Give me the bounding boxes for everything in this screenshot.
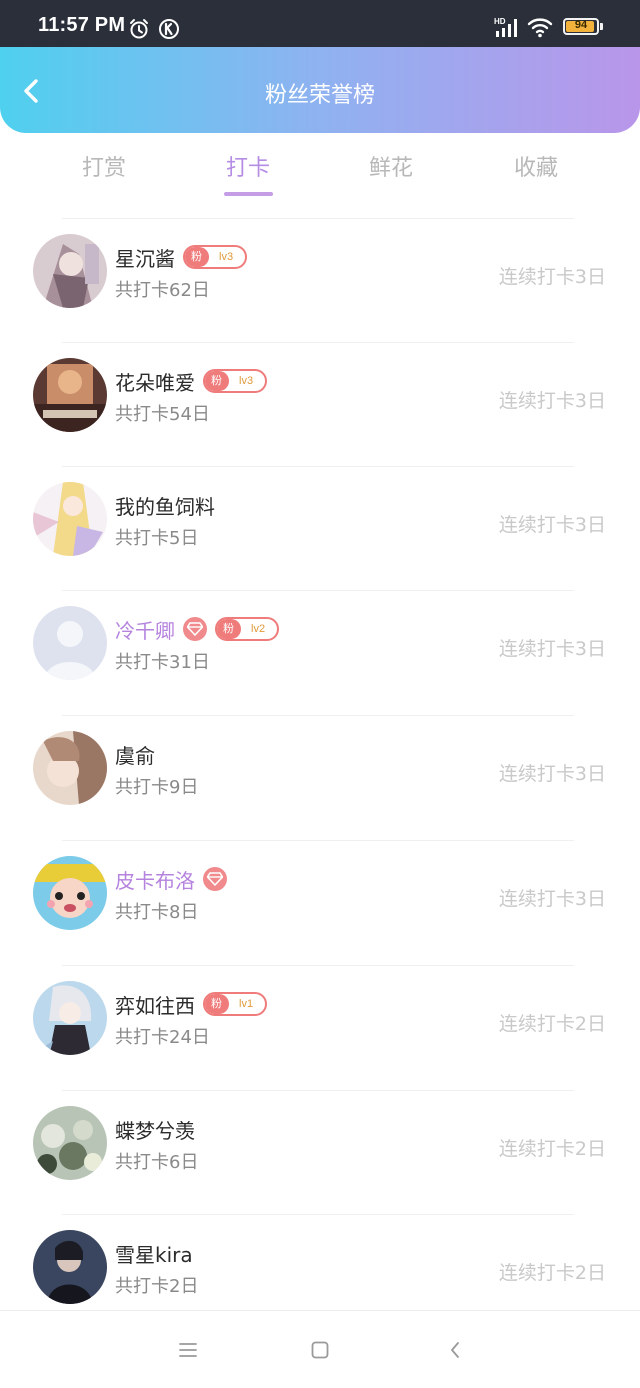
wifi-icon bbox=[527, 16, 553, 38]
fan-level: lv2 bbox=[251, 623, 266, 635]
total-checkins: 共打卡62日 bbox=[115, 280, 210, 301]
fan-level: lv1 bbox=[239, 998, 254, 1010]
tab-favorites[interactable]: 收藏 bbox=[476, 150, 596, 182]
fan-level: lv3 bbox=[239, 375, 254, 387]
streak-checkins: 连续打卡3日 bbox=[498, 390, 606, 412]
user-name: 花朵唯爱 bbox=[115, 370, 195, 395]
name-line: 星沉酱 粉 lv3 bbox=[115, 242, 248, 272]
total-checkins: 共打卡31日 bbox=[115, 652, 210, 673]
total-checkins: 共打卡24日 bbox=[115, 1027, 210, 1048]
avatar bbox=[33, 358, 107, 432]
user-name: 弈如往西 bbox=[115, 993, 195, 1018]
streak-checkins: 连续打卡3日 bbox=[498, 888, 606, 910]
list-item[interactable]: 皮卡布洛 共打卡8日 连续打卡3日 bbox=[0, 840, 640, 964]
total-checkins: 共打卡6日 bbox=[115, 1152, 199, 1173]
fan-level-badge: 粉 lv1 bbox=[203, 992, 268, 1016]
back-triangle-icon bbox=[451, 1342, 459, 1358]
avatar bbox=[33, 1106, 107, 1180]
streak-checkins: 连续打卡3日 bbox=[498, 763, 606, 785]
fan-level-badge: 粉 lv3 bbox=[203, 369, 268, 393]
list-item[interactable]: 虞俞 共打卡9日 连续打卡3日 bbox=[0, 715, 640, 839]
back-nav-button[interactable] bbox=[440, 1335, 470, 1365]
battery-icon: 94 bbox=[563, 18, 599, 35]
name-line: 雪星kira bbox=[115, 1238, 193, 1268]
system-nav-bar bbox=[0, 1310, 640, 1388]
diamond-vip-icon bbox=[203, 867, 227, 891]
total-checkins: 共打卡54日 bbox=[115, 404, 210, 425]
battery-level: 94 bbox=[574, 19, 588, 31]
status-time: 11:57 PM bbox=[38, 14, 126, 36]
list-item[interactable]: 我的鱼饲料 共打卡5日 连续打卡3日 bbox=[0, 466, 640, 590]
fan-label: 粉 bbox=[185, 247, 209, 267]
fan-label: 粉 bbox=[217, 619, 241, 639]
streak-checkins: 连续打卡2日 bbox=[498, 1262, 606, 1284]
avatar bbox=[33, 1230, 107, 1304]
alarm-icon bbox=[128, 18, 150, 40]
user-name: 我的鱼饲料 bbox=[115, 494, 215, 519]
streak-checkins: 连续打卡3日 bbox=[498, 638, 606, 660]
home-button[interactable] bbox=[305, 1335, 335, 1365]
user-name: 蝶梦兮羡 bbox=[115, 1118, 195, 1143]
k-app-icon bbox=[158, 18, 180, 40]
fan-label: 粉 bbox=[205, 994, 229, 1014]
list-item[interactable]: 弈如往西 粉 lv1 共打卡24日 连续打卡2日 bbox=[0, 965, 640, 1089]
avatar bbox=[33, 856, 107, 930]
name-line: 我的鱼饲料 bbox=[115, 490, 215, 520]
total-checkins: 共打卡2日 bbox=[115, 1276, 199, 1297]
user-name: 雪星kira bbox=[115, 1242, 193, 1267]
list-item[interactable]: 蝶梦兮羡 共打卡6日 连续打卡2日 bbox=[0, 1090, 640, 1214]
list-item[interactable]: 冷千卿 粉 lv2 共打卡31日 连续打卡3日 bbox=[0, 590, 640, 714]
streak-checkins: 连续打卡2日 bbox=[498, 1013, 606, 1035]
total-checkins: 共打卡8日 bbox=[115, 902, 199, 923]
header-bar: 粉丝荣誉榜 bbox=[0, 47, 640, 133]
menu-icon bbox=[179, 1343, 197, 1357]
name-line: 虞俞 bbox=[115, 739, 155, 769]
name-line: 冷千卿 粉 lv2 bbox=[115, 614, 280, 644]
list-item[interactable]: 星沉酱 粉 lv3 共打卡62日 连续打卡3日 bbox=[0, 218, 640, 342]
streak-checkins: 连续打卡2日 bbox=[498, 1138, 606, 1160]
name-line: 皮卡布洛 bbox=[115, 864, 227, 894]
streak-checkins: 连续打卡3日 bbox=[498, 266, 606, 288]
total-checkins: 共打卡5日 bbox=[115, 528, 199, 549]
user-name: 星沉酱 bbox=[115, 246, 175, 271]
menu-button[interactable] bbox=[173, 1335, 203, 1365]
diamond-vip-icon bbox=[183, 617, 207, 641]
battery-tip bbox=[600, 23, 603, 30]
page-title: 粉丝荣誉榜 bbox=[264, 83, 375, 108]
fan-level: lv3 bbox=[219, 251, 234, 263]
avatar bbox=[33, 981, 107, 1055]
avatar bbox=[33, 731, 107, 805]
home-square-icon bbox=[311, 1341, 329, 1359]
user-name: 皮卡布洛 bbox=[115, 868, 195, 893]
user-name: 冷千卿 bbox=[115, 618, 175, 643]
fan-level-badge: 粉 lv2 bbox=[215, 617, 280, 641]
avatar bbox=[33, 482, 107, 556]
svg-text:HD: HD bbox=[494, 17, 506, 26]
list-item[interactable]: 花朵唯爱 粉 lv3 共打卡54日 连续打卡3日 bbox=[0, 342, 640, 466]
tab-flowers[interactable]: 鲜花 bbox=[331, 150, 451, 182]
user-name: 虞俞 bbox=[115, 743, 155, 768]
total-checkins: 共打卡9日 bbox=[115, 777, 199, 798]
avatar bbox=[33, 606, 107, 680]
name-line: 弈如往西 粉 lv1 bbox=[115, 989, 268, 1019]
tab-checkin[interactable]: 打卡 bbox=[188, 150, 308, 182]
hd-signal-icon: HD bbox=[494, 16, 520, 38]
name-line: 花朵唯爱 粉 lv3 bbox=[115, 366, 268, 396]
fan-label: 粉 bbox=[205, 371, 229, 391]
status-bar: 11:57 PM HD 94 bbox=[0, 0, 640, 47]
tab-reward[interactable]: 打赏 bbox=[44, 150, 164, 182]
tab-bar: 打赏 打卡 鲜花 收藏 bbox=[0, 140, 640, 200]
tab-active-indicator bbox=[224, 192, 273, 196]
fan-level-badge: 粉 lv3 bbox=[183, 245, 248, 269]
streak-checkins: 连续打卡3日 bbox=[498, 514, 606, 536]
name-line: 蝶梦兮羡 bbox=[115, 1114, 195, 1144]
avatar bbox=[33, 234, 107, 308]
